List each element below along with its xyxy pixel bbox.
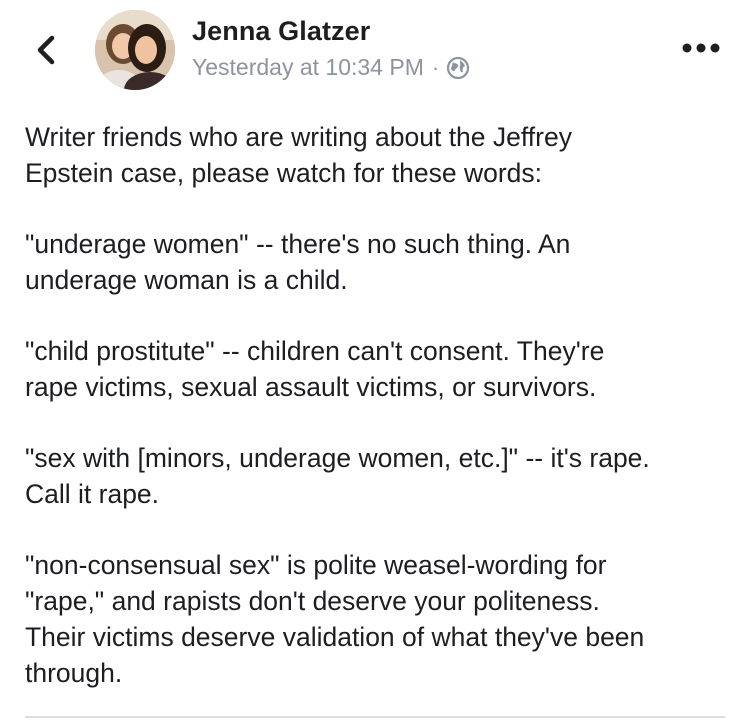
post-paragraph: "sex with [minors, underage women, etc.]… bbox=[25, 440, 735, 512]
author-name[interactable]: Jenna Glatzer bbox=[192, 16, 370, 47]
post-line: Their victims deserve validation of what… bbox=[25, 622, 645, 652]
post-line: "underage women" -- there's no such thin… bbox=[25, 229, 571, 259]
post-meta: Yesterday at 10:34 PM · bbox=[192, 54, 470, 81]
post-body: Writer friends who are writing about the… bbox=[25, 119, 735, 691]
post-line: Call it rape. bbox=[25, 479, 160, 509]
post-line: "child prostitute" -- children can't con… bbox=[25, 336, 605, 366]
post-line: underage woman is a child. bbox=[25, 265, 348, 295]
post-paragraph: "non-consensual sex" is polite weasel-wo… bbox=[25, 547, 735, 691]
meta-separator: · bbox=[431, 54, 440, 80]
post-header: Jenna Glatzer Yesterday at 10:34 PM · bbox=[0, 0, 750, 110]
post-divider bbox=[25, 716, 725, 718]
post-line: through. bbox=[25, 658, 123, 688]
post-timestamp[interactable]: Yesterday at 10:34 PM bbox=[192, 54, 424, 81]
globe-icon[interactable] bbox=[446, 56, 470, 80]
post-line: "sex with [minors, underage women, etc.]… bbox=[25, 443, 650, 473]
post-paragraph: "child prostitute" -- children can't con… bbox=[25, 333, 735, 405]
more-horizontal-icon bbox=[682, 43, 720, 53]
post-line: "non-consensual sex" is polite weasel-wo… bbox=[25, 550, 607, 580]
post-paragraph: Writer friends who are writing about the… bbox=[25, 119, 735, 191]
post-paragraph: "underage women" -- there's no such thin… bbox=[25, 226, 735, 298]
post-line: rape victims, sexual assault victims, or… bbox=[25, 372, 597, 402]
post-line: "rape," and rapists don't deserve your p… bbox=[25, 586, 600, 616]
post-line: Epstein case, please watch for these wor… bbox=[25, 158, 543, 188]
profile-photo bbox=[95, 10, 175, 90]
avatar[interactable] bbox=[95, 10, 175, 90]
back-button[interactable] bbox=[30, 30, 66, 70]
more-options-button[interactable] bbox=[680, 38, 722, 58]
post-line: Writer friends who are writing about the… bbox=[25, 122, 572, 152]
chevron-left-icon bbox=[37, 35, 55, 65]
